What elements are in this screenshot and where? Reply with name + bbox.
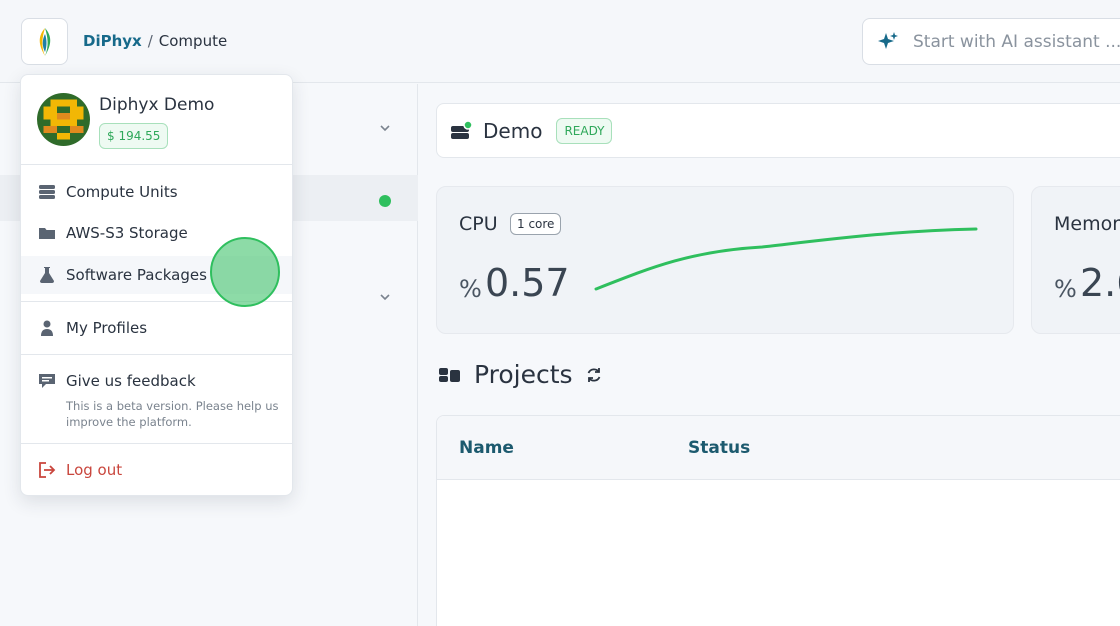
user-icon — [41, 320, 53, 336]
chevron-down-icon[interactable] — [379, 122, 391, 134]
menu-item-label: My Profiles — [66, 319, 148, 337]
folder-icon — [39, 228, 55, 239]
ai-assistant-placeholder: Start with AI assistant ... — [913, 31, 1120, 52]
app-logo-button[interactable] — [21, 18, 68, 65]
breadcrumb: DiPhyx / Compute — [83, 32, 227, 50]
memory-value: 2.6 — [1080, 261, 1120, 305]
memory-unit: % — [1054, 275, 1077, 303]
cpu-core-badge: 1 core — [510, 213, 562, 235]
refresh-icon[interactable] — [585, 366, 603, 384]
flask-icon — [40, 267, 54, 283]
menu-item-label: Log out — [66, 461, 123, 479]
balance-badge: $ 194.55 — [99, 123, 169, 149]
menu-profile-section: Diphyx Demo $ 194.55 — [21, 75, 292, 165]
ai-assistant-input[interactable]: Start with AI assistant ... — [862, 18, 1120, 65]
cluster-status-badge: READY — [556, 117, 613, 144]
avatar — [37, 93, 90, 146]
click-indicator — [210, 237, 280, 307]
memory-title: Memory — [1054, 213, 1120, 235]
menu-item-feedback[interactable]: Give us feedback — [21, 362, 292, 400]
projects-header: Projects — [438, 360, 603, 389]
server-status-icon — [451, 119, 473, 139]
menu-divider — [21, 443, 292, 444]
chevron-down-icon[interactable] — [379, 291, 391, 303]
online-status-dot — [379, 195, 391, 207]
cpu-metric-card: CPU 1 core % 0.57 — [436, 186, 1014, 334]
projects-icon — [439, 367, 460, 382]
diphyx-logo-icon — [39, 27, 50, 56]
cpu-value: 0.57 — [485, 261, 570, 305]
menu-item-label: Compute Units — [66, 183, 178, 201]
projects-table-header: Name Status — [437, 416, 1120, 480]
menu-divider — [21, 354, 292, 355]
comment-icon — [39, 374, 55, 388]
column-header-status[interactable]: Status — [688, 438, 750, 458]
feedback-note: This is a beta version. Please help us i… — [66, 399, 279, 429]
memory-metric-card: Memory % 2.6 — [1031, 186, 1120, 334]
server-icon — [39, 185, 55, 199]
projects-table: Name Status — [436, 415, 1120, 626]
logout-icon — [39, 462, 56, 478]
menu-item-label: Software Packages — [66, 266, 207, 284]
sparkles-icon — [878, 31, 898, 49]
projects-title: Projects — [474, 360, 573, 389]
menu-item-logout[interactable]: Log out — [21, 451, 292, 489]
cpu-title: CPU — [459, 213, 498, 235]
menu-item-label: Give us feedback — [66, 372, 196, 390]
breadcrumb-brand-link[interactable]: DiPhyx — [83, 32, 142, 50]
menu-item-compute-units[interactable]: Compute Units — [21, 173, 292, 211]
user-name: Diphyx Demo — [99, 95, 215, 115]
cpu-usage-sparkline — [594, 227, 978, 291]
breadcrumb-separator: / — [147, 32, 153, 50]
cluster-name: Demo — [483, 118, 543, 143]
cluster-header-card: Demo READY — [436, 103, 1120, 158]
cpu-unit: % — [459, 275, 482, 303]
top-header: DiPhyx / Compute Start with AI assistant… — [0, 0, 1120, 83]
menu-item-label: AWS-S3 Storage — [66, 224, 188, 242]
column-header-name[interactable]: Name — [459, 438, 514, 458]
menu-item-my-profiles[interactable]: My Profiles — [21, 309, 292, 347]
breadcrumb-current-page: Compute — [158, 32, 228, 50]
